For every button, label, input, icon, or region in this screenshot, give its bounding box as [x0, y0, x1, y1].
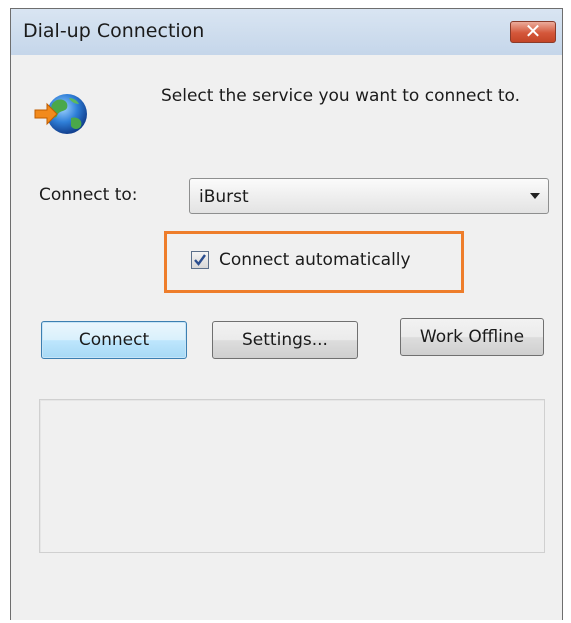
- connect-automatically-checkbox[interactable]: [191, 251, 209, 269]
- checkmark-icon: [194, 254, 206, 266]
- close-icon: ✕: [524, 19, 542, 43]
- close-button[interactable]: ✕: [510, 19, 556, 43]
- window-title: Dial-up Connection: [23, 20, 205, 42]
- connect-automatically-label[interactable]: Connect automatically: [219, 250, 411, 270]
- dialup-window: Dial-up Connection ✕ Select the service …: [10, 8, 563, 620]
- dialup-globe-icon: [34, 94, 87, 134]
- chevron-down-icon: [530, 193, 540, 199]
- title-bar[interactable]: Dial-up Connection ✕: [11, 9, 562, 55]
- dialog-content: Select the service you want to connect t…: [11, 55, 562, 620]
- service-dropdown-value: iBurst: [199, 187, 249, 207]
- service-dropdown[interactable]: iBurst: [189, 178, 549, 214]
- connect-button[interactable]: Connect: [41, 321, 187, 359]
- connect-to-label: Connect to:: [39, 185, 138, 205]
- settings-button[interactable]: Settings...: [212, 321, 358, 359]
- work-offline-button[interactable]: Work Offline: [400, 318, 544, 356]
- instruction-text: Select the service you want to connect t…: [161, 86, 521, 106]
- status-panel: [39, 399, 545, 553]
